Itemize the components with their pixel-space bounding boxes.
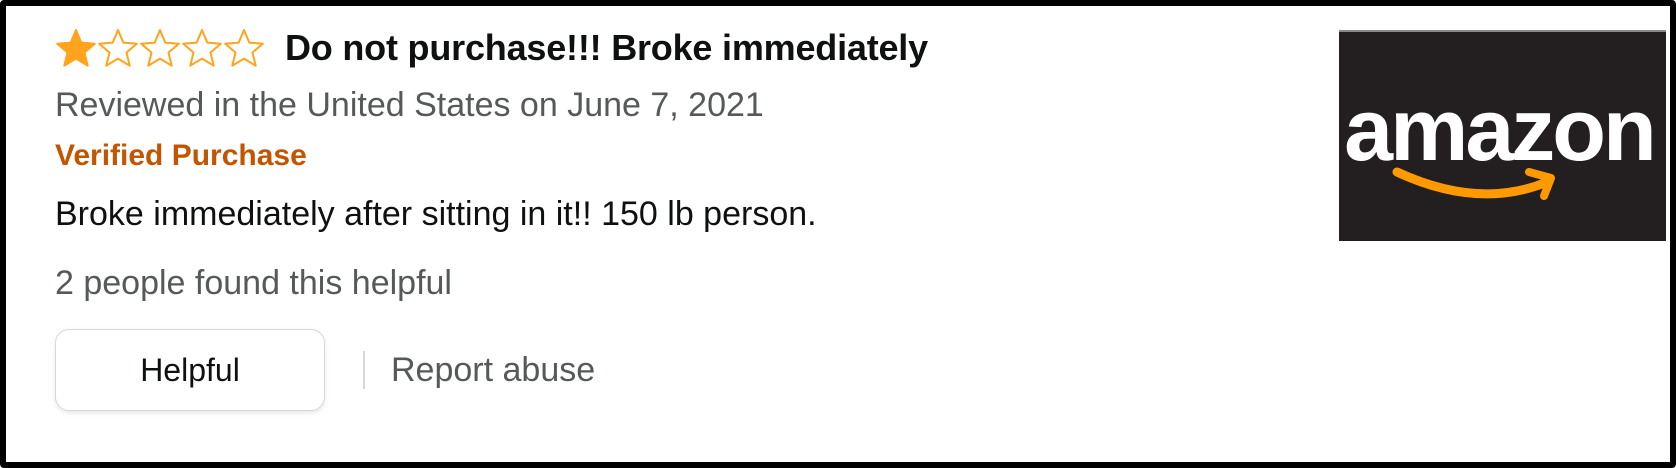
helpful-count: 2 people found this helpful [55,264,452,302]
star-empty-icon [140,29,180,67]
report-abuse-link[interactable]: Report abuse [391,351,595,390]
amazon-wordmark: amazon [1344,80,1654,179]
action-divider [363,351,365,389]
review-body: Broke immediately after sitting in it!! … [55,195,817,233]
helpful-button[interactable]: Helpful [55,329,325,411]
review-card: Do not purchase!!! Broke immediately Rev… [0,0,1676,468]
star-empty-icon [224,29,264,67]
review-header: Do not purchase!!! Broke immediately [55,22,1275,74]
review-content: Do not purchase!!! Broke immediately Rev… [55,22,1275,411]
review-title[interactable]: Do not purchase!!! Broke immediately [285,27,928,69]
star-filled-icon [56,29,96,67]
amazon-logo: amazon [1339,30,1666,241]
amazon-logo-graphic: amazon [1344,80,1657,200]
review-actions: Helpful Report abuse [55,329,1275,411]
star-empty-icon [98,29,138,67]
review-date: Reviewed in the United States on June 7,… [55,86,764,124]
star-rating [55,27,265,69]
verified-purchase-badge: Verified Purchase [55,139,307,172]
star-empty-icon [182,29,222,67]
